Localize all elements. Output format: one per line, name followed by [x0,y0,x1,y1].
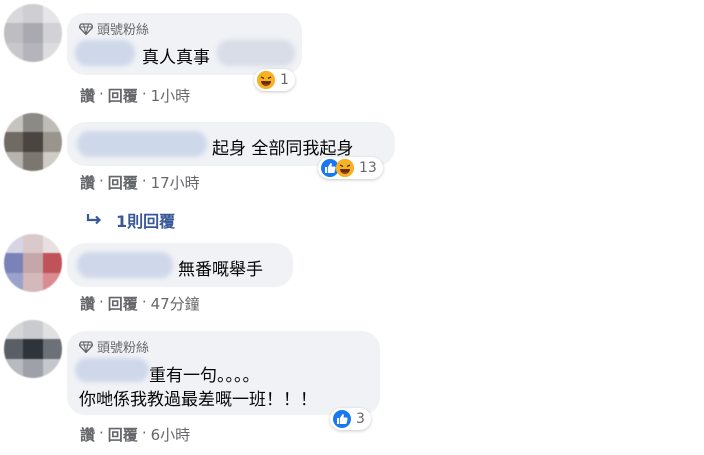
comment-thread: 頭號粉絲 真人真事 1 讚 · 回覆 · 1小時 起身 全部同我起身 13 讚 … [0,0,704,455]
blurred-author-name[interactable] [77,252,173,278]
blurred-author-name[interactable] [75,358,149,382]
top-fan-badge: 頭號粉絲 [79,337,149,356]
separator-dot: · [99,424,104,442]
reaction-summary[interactable]: 1 [254,69,295,91]
separator-dot: · [141,293,147,311]
separator-dot: · [141,424,147,442]
haha-reaction-icon [257,71,275,89]
timestamp[interactable]: 47分鐘 [151,293,200,314]
like-link[interactable]: 讚 [80,424,95,445]
reply-link[interactable]: 回覆 [108,424,138,445]
blurred-author-name[interactable] [75,40,135,66]
haha-reaction-icon [336,159,354,177]
comment-text-line-2: 你哋係我教過最差嘅一班！！！ [79,390,317,410]
like-link[interactable]: 讚 [80,293,95,314]
separator-dot: · [99,293,104,311]
reply-arrow-icon [86,214,102,225]
like-link[interactable]: 讚 [80,172,95,193]
comment-bubble: 無番嘅舉手 [67,243,293,287]
timestamp[interactable]: 17小時 [151,172,200,193]
comment-text-line-1: 重有一句。。。。 [149,366,260,386]
avatar[interactable] [4,234,62,292]
top-fan-badge: 頭號粉絲 [79,19,149,38]
reply-link[interactable]: 回覆 [108,85,138,106]
comment-text: 無番嘅舉手 [178,260,263,280]
reaction-count: 3 [356,411,365,427]
separator-dot: · [141,85,147,103]
reaction-summary[interactable]: 13 [318,157,383,179]
comment-actions: 讚 · 回覆 · 17小時 [80,172,200,193]
comment-actions: 讚 · 回覆 · 6小時 [80,424,190,445]
comment-text: 起身 全部同我起身 [212,139,354,159]
comment-actions: 讚 · 回覆 · 1小時 [80,85,190,106]
separator-dot: · [141,172,147,190]
like-link[interactable]: 讚 [80,85,95,106]
comment-text: 真人真事 [142,48,210,68]
reply-link[interactable]: 回覆 [108,172,138,193]
avatar[interactable] [4,320,62,378]
diamond-icon [79,22,93,35]
top-fan-label: 頭號粉絲 [97,23,150,38]
reaction-summary[interactable]: 3 [330,408,371,430]
separator-dot: · [99,172,104,190]
diamond-icon [79,340,93,353]
comment-bubble: 頭號粉絲 重有一句。。。。 你哋係我教過最差嘅一班！！！ [67,331,380,415]
separator-dot: · [99,85,104,103]
timestamp[interactable]: 6小時 [151,424,191,445]
reaction-count: 1 [280,72,289,88]
avatar[interactable] [4,4,62,62]
blurred-mention[interactable] [217,40,295,66]
like-reaction-icon [333,410,351,428]
timestamp[interactable]: 1小時 [151,85,191,106]
avatar[interactable] [4,113,62,171]
blurred-author-name[interactable] [77,131,207,157]
comment-actions: 讚 · 回覆 · 47分鐘 [80,293,200,314]
comment-bubble: 頭號粉絲 真人真事 [67,13,302,75]
top-fan-label: 頭號粉絲 [97,341,150,356]
reaction-count: 13 [359,160,377,176]
reply-link[interactable]: 回覆 [108,293,138,314]
replies-count-label[interactable]: 1則回覆 [116,208,175,232]
view-replies-link[interactable]: 1則回覆 [86,208,175,232]
